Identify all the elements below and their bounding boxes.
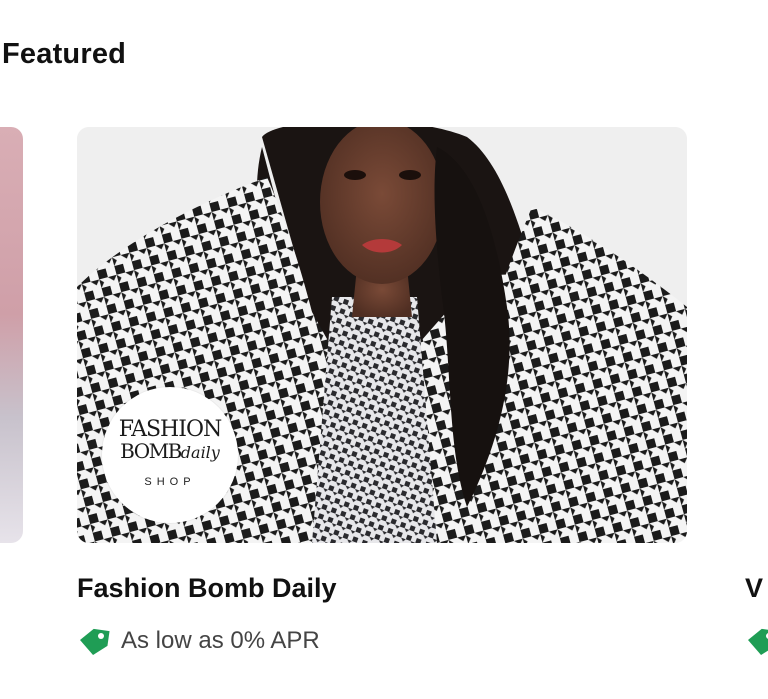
featured-store-card[interactable]: FASHION BOMBdaily SHOP Fashion Bomb Dail… [77,127,687,687]
brand-logo-badge: FASHION BOMBdaily SHOP [102,387,238,523]
logo-text-bomb: BOMBdaily [102,441,238,461]
tag-icon [79,628,110,656]
logo-text-daily: daily [180,443,220,462]
next-store-card[interactable]: V [745,127,768,687]
offer-row: As low as 0% APR [77,626,320,656]
tag-icon [747,628,768,656]
offer-text: As low as 0% APR [121,627,320,654]
featured-carousel-page: Featured FASHION BOMBdaily SHOP Fashion … [0,0,768,699]
store-name[interactable]: Fashion Bomb Daily [77,573,337,604]
logo-text-bomb-main: BOMB [120,439,182,463]
logo-text-shop: SHOP [144,476,196,488]
next-store-card-image[interactable] [753,127,768,543]
section-title: Featured [2,38,127,70]
next-store-name[interactable]: V [745,573,763,604]
previous-store-card-image[interactable] [0,127,23,543]
logo-text-fashion: FASHION [118,417,222,442]
store-card-image[interactable]: FASHION BOMBdaily SHOP [77,127,687,543]
